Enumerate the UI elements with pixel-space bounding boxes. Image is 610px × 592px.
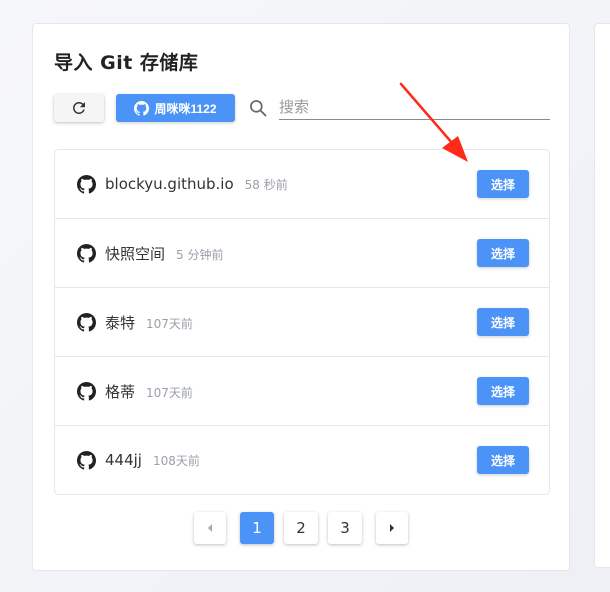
repo-time: 108天前 [152,454,200,468]
table-row: blockyu.github.io 58 秒前 选择 [55,150,549,219]
github-icon [77,451,96,470]
chevron-left-icon [208,524,212,532]
github-account-label: 周咪咪1122 [154,101,217,116]
refresh-icon [72,102,85,114]
select-button[interactable]: 选择 [477,377,529,405]
github-icon [77,313,96,332]
repo-name: 泰特 [105,313,136,332]
github-icon [77,382,96,401]
table-row: 泰特 107天前 选择 [55,288,549,357]
select-button[interactable]: 选择 [477,446,529,474]
refresh-button[interactable] [54,94,104,122]
repo-info: 快照空间 5 分钟前 [105,243,223,264]
side-panel [594,23,610,568]
repo-list: blockyu.github.io 58 秒前 选择 快照空间 5 分钟前 选择… [54,149,550,495]
search-icon [250,100,267,117]
repo-time: 5 分钟前 [176,247,224,262]
repo-info: blockyu.github.io 58 秒前 [105,175,288,193]
toolbar: 周咪咪1122 [54,94,550,122]
repo-time: 107天前 [146,316,193,331]
table-row: 快照空间 5 分钟前 选择 [55,219,549,288]
import-git-panel: 导入 Git 存储库 周咪咪1122 blockyu.github.io 58 … [32,23,570,571]
github-icon [77,244,96,263]
repo-name: blockyu.github.io [105,175,234,193]
select-button[interactable]: 选择 [477,308,529,336]
table-row: 格蒂 107天前 选择 [55,357,549,426]
panel-title: 导入 Git 存储库 [54,52,199,74]
repo-time: 107天前 [146,385,193,400]
repo-info: 格蒂 107天前 [105,381,193,402]
chevron-right-icon [390,524,394,532]
prev-page-button[interactable] [194,512,226,544]
page-button-1[interactable]: 1 [240,512,274,544]
repo-time: 58 秒前 [244,178,288,192]
select-button[interactable]: 选择 [477,239,529,267]
repo-name: 444jj [105,451,142,469]
annotation-arrow-icon [399,82,468,162]
repo-name: 快照空间 [105,244,166,263]
github-icon [134,100,150,116]
github-icon [77,175,96,194]
page-button-3[interactable]: 3 [328,512,362,544]
repo-name: 格蒂 [105,382,136,401]
next-page-button[interactable] [376,512,408,544]
repo-info: 444jj 108天前 [105,451,200,469]
table-row: 444jj 108天前 选择 [55,426,549,494]
github-account-button[interactable]: 周咪咪1122 [116,94,235,122]
select-button[interactable]: 选择 [477,170,529,198]
page-button-2[interactable]: 2 [284,512,318,544]
repo-info: 泰特 107天前 [105,312,193,333]
